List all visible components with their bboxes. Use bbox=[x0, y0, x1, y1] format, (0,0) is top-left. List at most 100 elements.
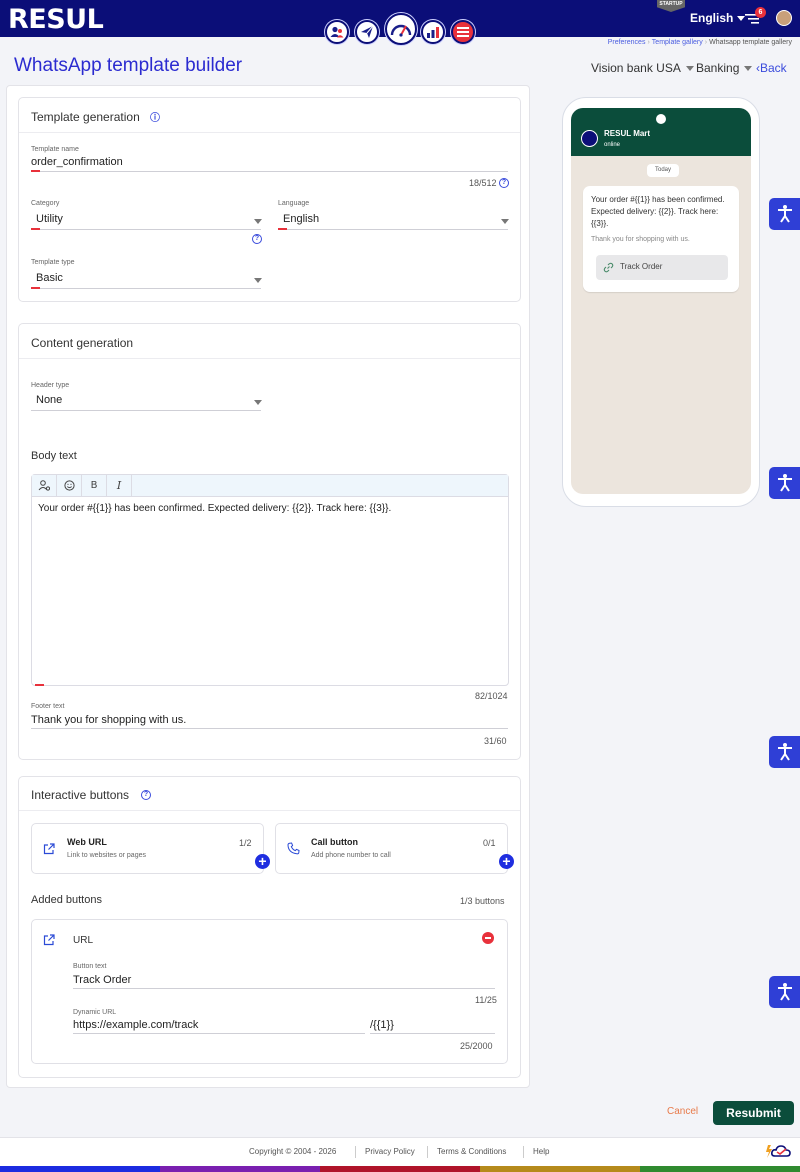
audience-icon[interactable] bbox=[325, 20, 349, 44]
industry-selector[interactable]: Banking bbox=[696, 61, 753, 75]
link-icon bbox=[603, 262, 614, 273]
phone-icon bbox=[287, 842, 300, 858]
help-link[interactable]: Help bbox=[533, 1147, 549, 1156]
button-text-input[interactable]: Track Order bbox=[73, 974, 131, 986]
chevron-down-icon[interactable] bbox=[254, 400, 262, 405]
chat-contact-status: online bbox=[604, 142, 621, 148]
call-button-title: Call button bbox=[311, 837, 358, 847]
privacy-policy-link[interactable]: Privacy Policy bbox=[365, 1147, 415, 1156]
input-underline bbox=[278, 229, 508, 230]
required-marker bbox=[31, 170, 40, 172]
avatar[interactable] bbox=[776, 10, 792, 26]
input-underline bbox=[73, 988, 495, 989]
dynamic-url-label: Dynamic URL bbox=[73, 1009, 117, 1016]
accessibility-icon[interactable] bbox=[769, 976, 800, 1008]
chevron-down-icon[interactable] bbox=[501, 219, 509, 224]
web-url-title: Web URL bbox=[67, 837, 107, 847]
logo[interactable]: RESUL bbox=[8, 4, 104, 35]
footer-text-input[interactable]: Thank you for shopping with us. bbox=[31, 714, 186, 726]
message-body: Your order #{{1}} has been confirmed. Ex… bbox=[591, 195, 725, 228]
input-underline bbox=[31, 728, 508, 729]
body-text-content: Your order #{{1}} has been confirmed. Ex… bbox=[38, 503, 392, 514]
industry-label: Banking bbox=[696, 61, 740, 75]
interactive-buttons-title: Interactive buttons bbox=[31, 788, 130, 802]
analytics-icon[interactable] bbox=[421, 20, 445, 44]
add-web-url-button[interactable]: + bbox=[255, 854, 270, 869]
communication-icon[interactable] bbox=[355, 20, 379, 44]
italic-icon[interactable]: I bbox=[107, 475, 132, 496]
input-underline bbox=[31, 229, 261, 230]
help-icon[interactable]: ? bbox=[499, 178, 509, 188]
terms-link[interactable]: Terms & Conditions bbox=[437, 1147, 506, 1156]
help-icon[interactable]: ? bbox=[141, 790, 151, 800]
phone-screen: RESUL Mart online Today Your order #{{1}… bbox=[571, 108, 751, 494]
cloud-logo-icon bbox=[765, 1143, 793, 1162]
web-url-option[interactable] bbox=[31, 823, 264, 874]
message-bubble: Your order #{{1}} has been confirmed. Ex… bbox=[583, 186, 739, 292]
dynamic-url-suffix[interactable]: /{{1}} bbox=[370, 1019, 394, 1031]
bold-icon[interactable]: B bbox=[82, 475, 107, 496]
divider bbox=[355, 1146, 356, 1158]
menu-icon[interactable] bbox=[451, 20, 475, 44]
template-name-label: Template name bbox=[31, 146, 79, 153]
breadcrumb-preferences[interactable]: Preferences bbox=[608, 39, 646, 46]
divider bbox=[427, 1146, 428, 1158]
header-type-label: Header type bbox=[31, 382, 70, 389]
input-underline bbox=[31, 410, 261, 411]
input-underline bbox=[31, 288, 261, 289]
external-link-icon bbox=[43, 934, 55, 949]
editor-toolbar: B I bbox=[32, 475, 508, 497]
chevron-down-icon[interactable] bbox=[254, 219, 262, 224]
added-buttons-count: 1/3 buttons bbox=[460, 896, 505, 906]
breadcrumb: Preferences › Template gallery › Whatsapp te… bbox=[607, 39, 792, 46]
dynamic-url-counter: 25/2000 bbox=[460, 1041, 493, 1051]
template-name-input[interactable]: order_confirmation bbox=[31, 156, 123, 168]
notification-badge: 6 bbox=[755, 7, 766, 18]
resubmit-button[interactable]: Resubmit bbox=[713, 1101, 794, 1125]
camera-notch bbox=[656, 114, 666, 124]
url-button-block bbox=[31, 919, 508, 1064]
preview-button-label: Track Order bbox=[620, 262, 663, 271]
back-button[interactable]: ‹Back bbox=[756, 61, 787, 75]
breadcrumb-current: Whatsapp template gallery bbox=[709, 39, 792, 46]
button-text-counter: 11/25 bbox=[475, 995, 497, 1005]
account-selector[interactable]: Vision bank USA bbox=[591, 61, 694, 75]
date-chip: Today bbox=[647, 164, 679, 177]
language-select[interactable]: English bbox=[283, 213, 319, 225]
chevron-down-icon[interactable] bbox=[254, 278, 262, 283]
add-call-button[interactable]: + bbox=[499, 854, 514, 869]
template-generation-title: Template generation bbox=[31, 110, 140, 124]
footer-text-label: Footer text bbox=[31, 703, 65, 710]
personalize-icon[interactable] bbox=[32, 475, 57, 496]
input-underline bbox=[31, 171, 508, 172]
body-text-counter: 82/1024 bbox=[475, 691, 508, 701]
accessibility-icon[interactable] bbox=[769, 736, 800, 768]
avatar bbox=[581, 130, 598, 147]
category-select[interactable]: Utility bbox=[36, 213, 63, 225]
header-type-select[interactable]: None bbox=[36, 394, 62, 406]
body-text-editor[interactable]: B I Your order #{{1}} has been confirmed… bbox=[31, 474, 509, 686]
breadcrumb-template-gallery[interactable]: Template gallery bbox=[652, 39, 703, 46]
footer-text-counter: 31/60 bbox=[484, 736, 507, 746]
accessibility-icon[interactable] bbox=[769, 198, 800, 230]
cancel-button[interactable]: Cancel bbox=[667, 1106, 698, 1117]
language-selector[interactable]: English bbox=[690, 11, 746, 25]
dynamic-url-input[interactable]: https://example.com/track bbox=[73, 1019, 198, 1031]
language-field-label: Language bbox=[278, 200, 310, 207]
info-icon[interactable]: ⓘ bbox=[150, 114, 160, 125]
account-label: Vision bank USA bbox=[591, 61, 681, 75]
help-icon[interactable]: ? bbox=[252, 234, 262, 244]
emoji-icon[interactable] bbox=[57, 475, 82, 496]
input-underline bbox=[370, 1033, 495, 1034]
page-title: WhatsApp template builder bbox=[14, 55, 243, 76]
call-button-option[interactable] bbox=[275, 823, 508, 874]
remove-button-icon[interactable] bbox=[482, 932, 494, 944]
accessibility-icon[interactable] bbox=[769, 467, 800, 499]
chevron-down-icon bbox=[744, 66, 753, 72]
template-type-select[interactable]: Basic bbox=[36, 272, 63, 284]
category-label: Category bbox=[31, 200, 60, 207]
web-url-count: 1/2 bbox=[239, 838, 252, 848]
button-text-label: Button text bbox=[73, 963, 107, 970]
brand-color-strip bbox=[0, 1166, 800, 1172]
dashboard-gauge-icon[interactable] bbox=[385, 13, 417, 45]
